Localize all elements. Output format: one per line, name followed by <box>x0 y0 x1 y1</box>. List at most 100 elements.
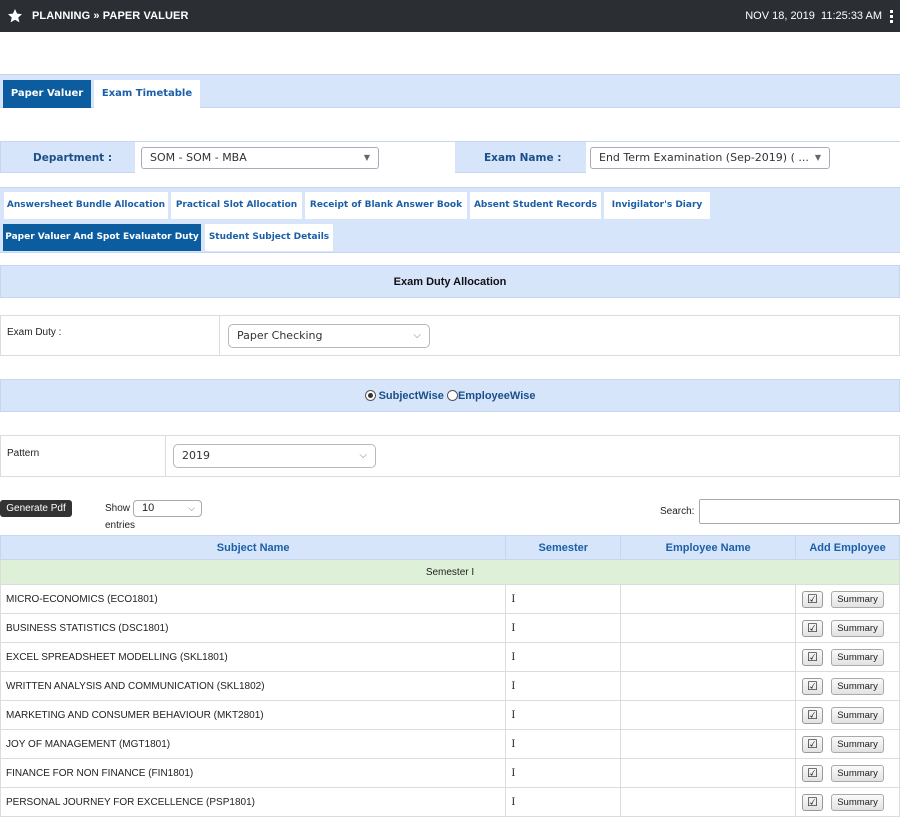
summary-button[interactable]: Summary <box>831 793 885 811</box>
exam-name-cell: End Term Examination (Sep-2019) ( ... ▼ <box>586 142 900 173</box>
semester-cell: I <box>505 642 622 672</box>
radio-employeewise[interactable] <box>446 390 458 401</box>
radio-subjectwise-label[interactable]: SubjectWise <box>379 390 444 402</box>
employee-name-cell <box>620 729 797 759</box>
header-time: 11:25:33 AM <box>821 10 882 22</box>
summary-button[interactable]: Summary <box>831 764 885 782</box>
add-employee-cell: ☑ Summary <box>795 729 900 759</box>
department-label: Department : <box>33 152 113 164</box>
summary-button[interactable]: Summary <box>831 677 885 695</box>
table-row: PERSONAL JOURNEY FOR EXCELLENCE (PSP1801… <box>0 787 900 817</box>
chevron-down-icon: ⌵ <box>413 330 421 341</box>
add-employee-cell: ☑ Summary <box>795 584 900 614</box>
datetime: NOV 18, 2019 11:25:33 AM <box>745 0 882 32</box>
exam-duty-label: Exam Duty : <box>7 327 62 338</box>
chevron-down-icon: ▼ <box>814 153 821 162</box>
exam-name-value: End Term Examination (Sep-2019) ( ... <box>599 151 809 164</box>
table-row: EXCEL SPREADSHEET MODELLING (SKL1801) I ☑ S… <box>0 642 900 672</box>
col-subject-name[interactable]: Subject Name <box>0 535 507 560</box>
subject-name-cell: FINANCE FOR NON FINANCE (FIN1801) <box>0 758 507 788</box>
department-cell: SOM - SOM - MBA ▼ <box>135 142 455 173</box>
table-header-row: Subject Name Semester Employee Name Add … <box>0 535 900 560</box>
tab-practical-slot[interactable]: Practical Slot Allocation <box>171 192 302 219</box>
radio-subjectwise[interactable] <box>364 390 376 401</box>
employee-name-cell <box>620 642 797 672</box>
tab-answersheet-bundle[interactable]: Answersheet Bundle Allocation <box>4 192 168 219</box>
table-row: WRITTEN ANALYSIS AND COMMUNICATION (SKL1… <box>0 671 900 701</box>
pattern-row: Pattern 2019 ⌵ <box>0 435 900 477</box>
semester-cell: I <box>505 700 622 730</box>
entries-select[interactable]: 10 ⌵ <box>133 500 202 517</box>
pattern-select[interactable]: 2019 ⌵ <box>173 444 376 468</box>
subject-name-cell: EXCEL SPREADSHEET MODELLING (SKL1801) <box>0 642 507 672</box>
subjects-table: Subject Name Semester Employee Name Add … <box>0 535 900 817</box>
section-title: Exam Duty Allocation <box>0 265 900 298</box>
semester-cell: I <box>505 613 622 643</box>
table-row: FINANCE FOR NON FINANCE (FIN1801) I ☑ Summa… <box>0 758 900 788</box>
add-employee-checkbox-icon[interactable]: ☑ <box>802 648 824 666</box>
exam-name-label: Exam Name : <box>484 152 562 164</box>
exam-duty-select[interactable]: Paper Checking ⌵ <box>228 324 430 348</box>
table-row: BUSINESS STATISTICS (DSC1801) I ☑ Summary <box>0 613 900 643</box>
department-select[interactable]: SOM - SOM - MBA ▼ <box>141 147 379 169</box>
summary-button[interactable]: Summary <box>831 735 885 753</box>
table-row: JOY OF MANAGEMENT (MGT1801) I ☑ Summary <box>0 729 900 759</box>
header-date: NOV 18, 2019 <box>745 10 815 22</box>
summary-button[interactable]: Summary <box>831 590 885 608</box>
employee-name-cell <box>620 584 797 614</box>
add-employee-checkbox-icon[interactable]: ☑ <box>802 793 824 811</box>
add-employee-checkbox-icon[interactable]: ☑ <box>802 619 824 637</box>
tab-invigilators-diary[interactable]: Invigilator's Diary <box>604 192 710 219</box>
col-semester[interactable]: Semester <box>505 535 622 560</box>
sub-tab-bar: Answersheet Bundle Allocation Practical … <box>0 187 900 253</box>
pattern-value: 2019 <box>182 449 210 462</box>
employee-name-cell <box>620 758 797 788</box>
tab-student-subject[interactable]: Student Subject Details <box>205 224 333 251</box>
add-employee-checkbox-icon[interactable]: ☑ <box>802 677 824 695</box>
tab-exam-timetable[interactable]: Exam Timetable <box>94 80 200 108</box>
col-employee-name[interactable]: Employee Name <box>620 535 797 560</box>
semester-cell: I <box>505 729 622 759</box>
add-employee-cell: ☑ Summary <box>795 613 900 643</box>
col-add-employee[interactable]: Add Employee <box>795 535 900 560</box>
semester-cell: I <box>505 584 622 614</box>
add-employee-checkbox-icon[interactable]: ☑ <box>802 706 824 724</box>
mode-radio-bar: SubjectWise EmployeeWise <box>0 379 900 412</box>
add-employee-cell: ☑ Summary <box>795 758 900 788</box>
add-employee-checkbox-icon[interactable]: ☑ <box>802 735 824 753</box>
chevron-down-icon: ⌵ <box>188 503 195 513</box>
summary-button[interactable]: Summary <box>831 706 885 724</box>
star-icon[interactable] <box>7 8 23 24</box>
search-label: Search: <box>660 506 695 517</box>
add-employee-cell: ☑ Summary <box>795 642 900 672</box>
exam-name-select[interactable]: End Term Examination (Sep-2019) ( ... ▼ <box>590 147 830 169</box>
summary-button[interactable]: Summary <box>831 619 885 637</box>
chevron-down-icon: ▼ <box>363 153 370 162</box>
tab-absent-student[interactable]: Absent Student Records <box>470 192 601 219</box>
more-menu-icon[interactable] <box>890 10 894 23</box>
generate-pdf-button[interactable]: Generate Pdf <box>0 500 72 517</box>
radio-employeewise-label[interactable]: EmployeeWise <box>458 390 536 402</box>
add-employee-checkbox-icon[interactable]: ☑ <box>802 764 824 782</box>
search-input[interactable] <box>699 499 900 524</box>
employee-name-cell <box>620 671 797 701</box>
group-label: Semester I <box>0 559 900 585</box>
main-tab-bar: Paper Valuer Exam Timetable <box>0 74 900 108</box>
subject-name-cell: PERSONAL JOURNEY FOR EXCELLENCE (PSP1801… <box>0 787 507 817</box>
subject-name-cell: WRITTEN ANALYSIS AND COMMUNICATION (SKL1… <box>0 671 507 701</box>
add-employee-cell: ☑ Summary <box>795 700 900 730</box>
add-employee-checkbox-icon[interactable]: ☑ <box>802 590 824 608</box>
show-label: Show <box>105 503 131 514</box>
semester-cell: I <box>505 787 622 817</box>
semester-cell: I <box>505 758 622 788</box>
add-employee-cell: ☑ Summary <box>795 787 900 817</box>
employee-name-cell <box>620 613 797 643</box>
tab-paper-valuer[interactable]: Paper Valuer <box>3 80 91 108</box>
table-row: MICRO-ECONOMICS (ECO1801) I ☑ Summary <box>0 584 900 614</box>
employee-name-cell <box>620 787 797 817</box>
page-title: PLANNING » PAPER VALUER <box>32 10 189 22</box>
summary-button[interactable]: Summary <box>831 648 885 666</box>
tab-receipt-blank-book[interactable]: Receipt of Blank Answer Book <box>305 192 467 219</box>
add-employee-cell: ☑ Summary <box>795 671 900 701</box>
tab-paper-valuer-duty[interactable]: Paper Valuer And Spot Evaluator Duty <box>3 224 201 251</box>
